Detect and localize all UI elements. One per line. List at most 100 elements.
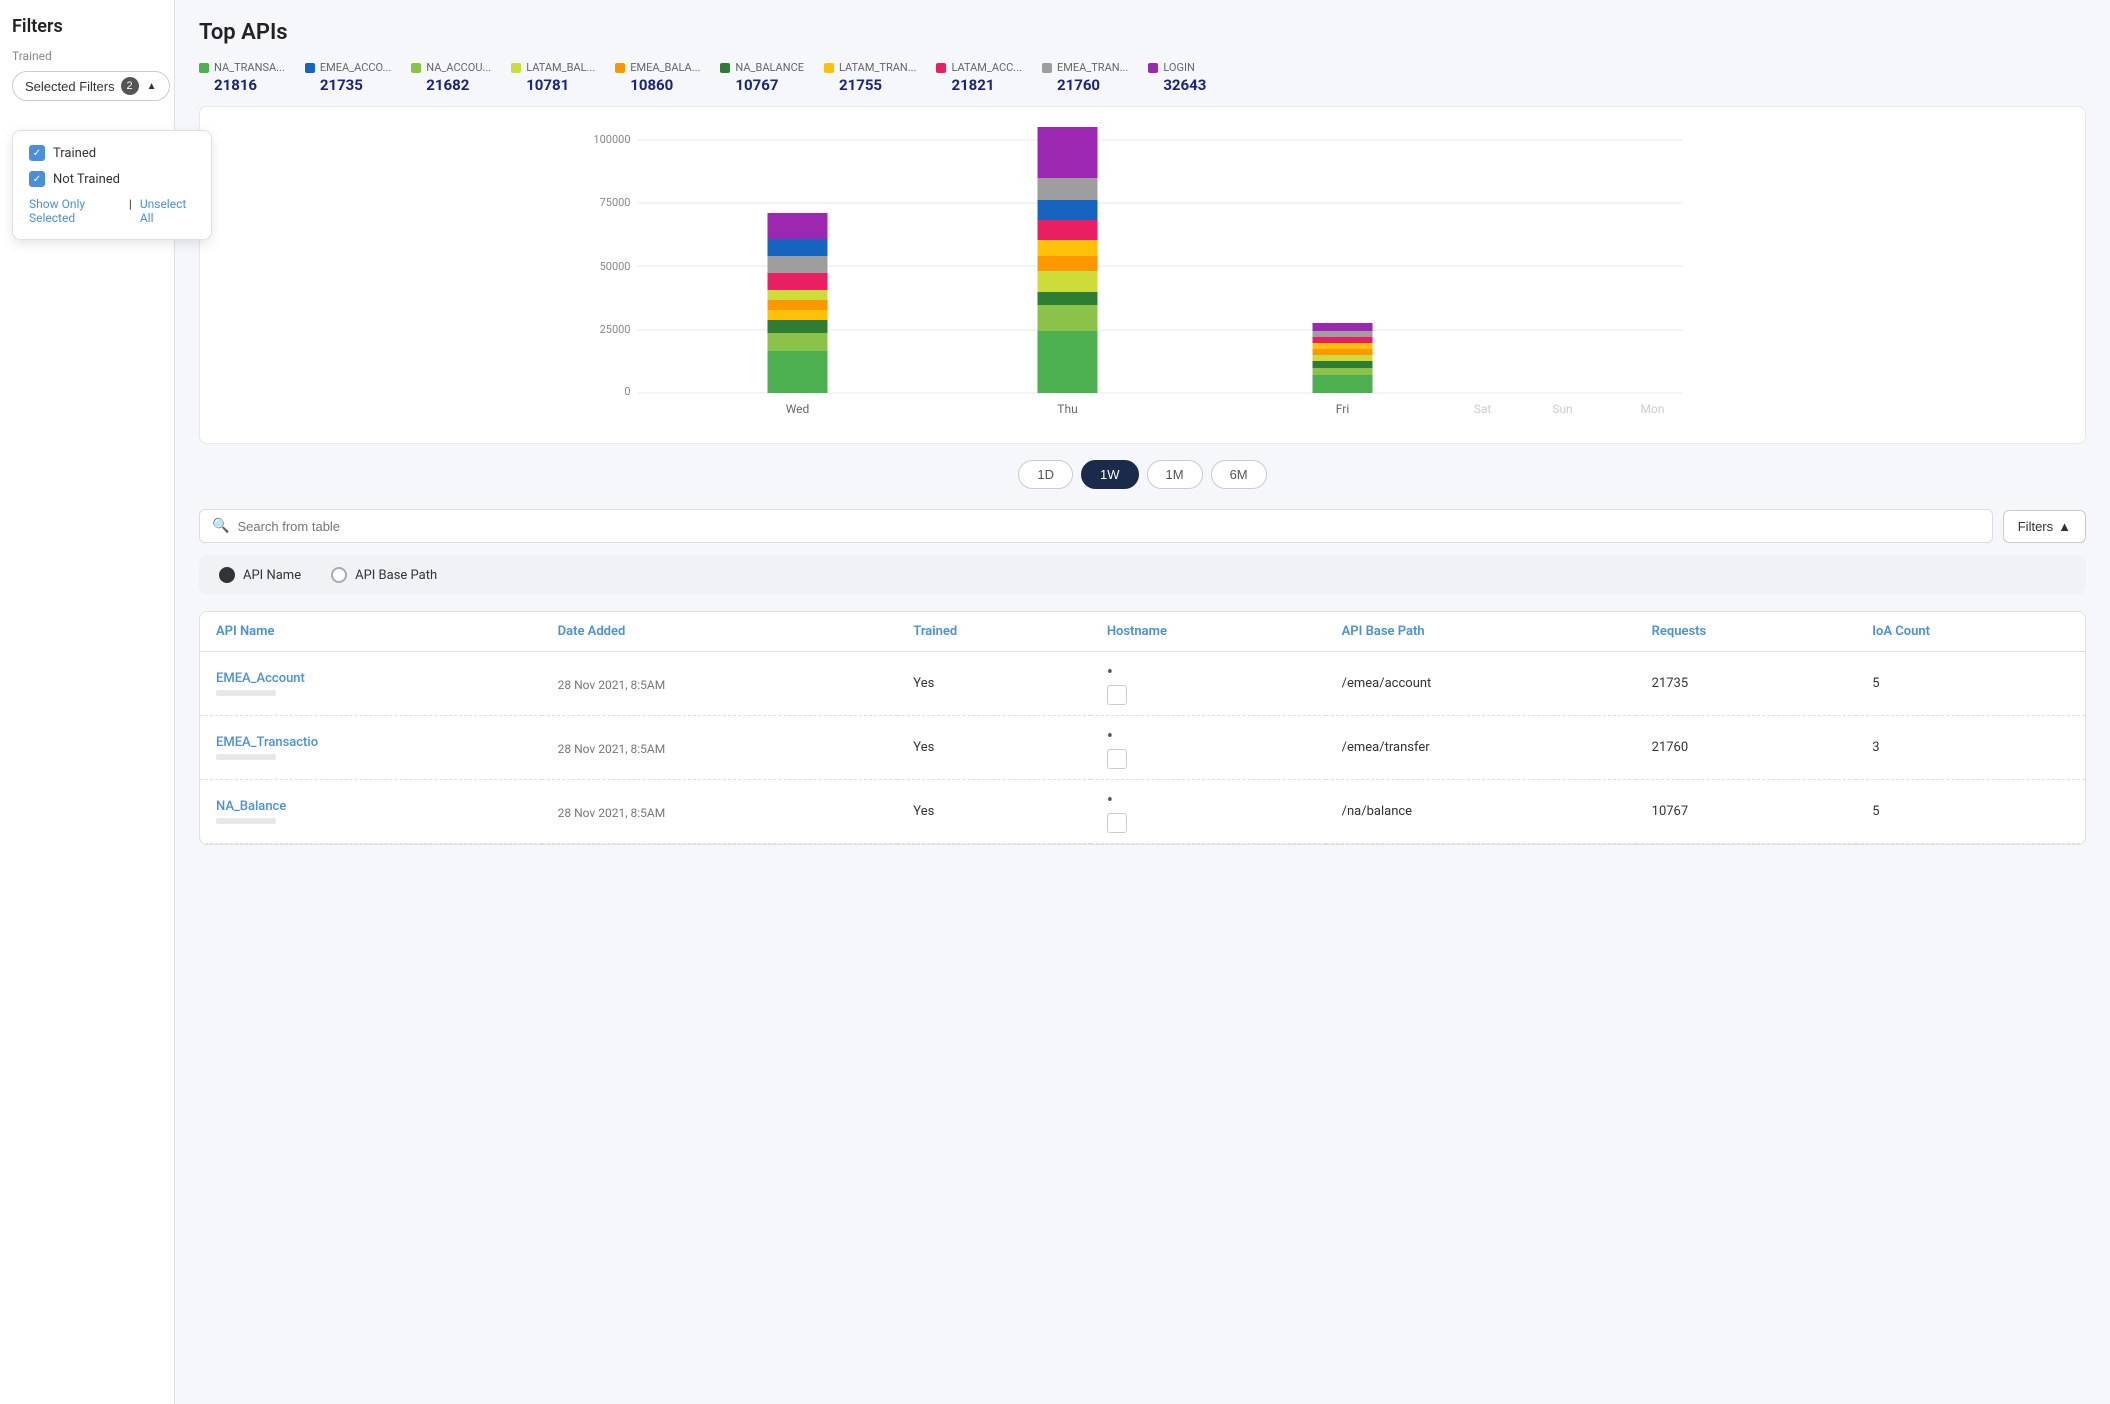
legend-item: LATAM_ACC... 21821 [936,61,1022,94]
chart-legends: NA_TRANSA... 21816 EMEA_ACCO... 21735 NA… [199,61,2086,94]
svg-text:75000: 75000 [600,196,631,209]
legend-dot [1148,63,1158,73]
time-range-selector: 1D 1W 1M 6M [199,460,2086,489]
legend-name: NA_ACCOU... [426,61,491,74]
hostname-icon [1107,749,1127,769]
legend-dot [199,63,209,73]
search-input[interactable] [237,519,1979,534]
svg-text:Sat: Sat [1474,402,1492,416]
legend-header: LATAM_TRAN... [824,61,916,74]
table-header-trained[interactable]: Trained [897,612,1091,652]
legend-value: 21735 [305,76,363,94]
cell-api-base-path: /emea/transfer [1326,716,1636,780]
table-scroll[interactable]: API NameDate AddedTrainedHostnameAPI Bas… [200,612,2085,844]
legend-item: NA_ACCOU... 21682 [411,61,491,94]
selected-filters-badge: 2 [121,77,139,95]
show-only-selected-link[interactable]: Show Only Selected [29,197,121,225]
time-range-btn-1m[interactable]: 1M [1147,460,1203,489]
table-header-date-added[interactable]: Date Added [542,612,898,652]
api-name-link[interactable]: EMEA_Transactio [216,735,318,750]
trained-checkbox[interactable]: ✓ [29,145,45,161]
filters-button[interactable]: Filters ▲ [2003,510,2086,543]
cell-trained: Yes [897,716,1091,780]
hostname-icon [1107,813,1127,833]
api-name-link[interactable]: EMEA_Account [216,671,305,686]
not-trained-checkbox[interactable]: ✓ [29,171,45,187]
legend-header: LATAM_ACC... [936,61,1022,74]
search-bar: 🔍 Filters ▲ [199,509,2086,543]
page-title: Top APIs [199,20,2086,45]
filter-section-label: Trained [12,49,162,63]
svg-text:Mon: Mon [1641,402,1665,416]
svg-text:100000: 100000 [593,133,630,146]
legend-header: LATAM_BAL... [511,61,595,74]
main-content: Top APIs NA_TRANSA... 21816 EMEA_ACCO...… [175,0,2110,1404]
time-range-btn-6m[interactable]: 6M [1211,460,1267,489]
svg-text:Wed: Wed [786,402,810,416]
unselect-all-link[interactable]: Unselect All [140,197,195,225]
legend-value: 21816 [199,76,257,94]
radio-label: API Base Path [355,568,437,583]
search-input-wrapper: 🔍 [199,509,1993,543]
legend-name: NA_TRANSA... [214,61,285,74]
legend-name: EMEA_BALA... [630,61,700,74]
cell-ioa-count: 5 [1856,780,2085,844]
table-header-api-base-path[interactable]: API Base Path [1326,612,1636,652]
legend-dot [511,63,521,73]
svg-text:25000: 25000 [600,323,631,336]
time-range-btn-1d[interactable]: 1D [1018,460,1073,489]
legend-value: 21755 [824,76,882,94]
radio-option-api-base-path[interactable]: API Base Path [331,567,437,583]
radio-label: API Name [243,568,301,583]
date-text: 28 Nov 2021, 8:5AM [558,678,882,692]
not-trained-label: Not Trained [53,172,120,187]
filter-dropdown: ✓ Trained ✓ Not Trained Show Only Select… [12,130,212,240]
radio-circle [219,567,235,583]
legend-dot [305,63,315,73]
cell-api-name: NA_Balance [200,780,542,844]
legend-item: EMEA_ACCO... 21735 [305,61,391,94]
table-header-requests[interactable]: Requests [1636,612,1857,652]
legend-name: LATAM_BAL... [526,61,595,74]
svg-text:0: 0 [624,385,630,398]
table-row: NA_Balance 28 Nov 2021, 8:5AM Yes • /na/… [200,780,2085,844]
date-text: 28 Nov 2021, 8:5AM [558,806,882,820]
legend-header: EMEA_ACCO... [305,61,391,74]
cell-ioa-count: 3 [1856,716,2085,780]
filter-option-not-trained[interactable]: ✓ Not Trained [29,171,195,187]
legend-header: NA_BALANCE [720,61,804,74]
api-name-link[interactable]: NA_Balance [216,799,286,814]
legend-name: LATAM_TRAN... [839,61,916,74]
table-row: EMEA_Transactio 28 Nov 2021, 8:5AM Yes •… [200,716,2085,780]
hostname-dot: • [1107,790,1113,811]
cell-date-added: 28 Nov 2021, 8:5AM [542,716,898,780]
chart-container: 100000 75000 50000 25000 0 [199,106,2086,444]
chart-svg-wrapper: 100000 75000 50000 25000 0 [216,123,2069,427]
table-header-row: API NameDate AddedTrainedHostnameAPI Bas… [200,612,2085,652]
svg-text:Fri: Fri [1336,402,1350,416]
filters-btn-label: Filters [2018,519,2053,534]
cell-date-added: 28 Nov 2021, 8:5AM [542,652,898,716]
time-range-btn-1w[interactable]: 1W [1081,460,1139,489]
legend-name: LATAM_ACC... [951,61,1022,74]
cell-requests: 10767 [1636,780,1857,844]
legend-dot [936,63,946,73]
table-header-api-name[interactable]: API Name [200,612,542,652]
radio-option-api-name[interactable]: API Name [219,567,301,583]
table-header-ioa-count[interactable]: IoA Count [1856,612,2085,652]
cell-hostname: • [1091,652,1326,716]
legend-dot [615,63,625,73]
legend-item: EMEA_TRAN... 21760 [1042,61,1128,94]
date-text: 28 Nov 2021, 8:5AM [558,742,882,756]
hostname-dot: • [1107,662,1113,683]
selected-filters-button[interactable]: Selected Filters 2 ▲ [12,71,170,101]
svg-text:Thu: Thu [1057,402,1077,416]
cell-trained: Yes [897,780,1091,844]
legend-item: NA_TRANSA... 21816 [199,61,285,94]
legend-value: 21682 [411,76,469,94]
radio-toggle-row: API Name API Base Path [199,555,2086,595]
table-header-hostname[interactable]: Hostname [1091,612,1326,652]
legend-value: 32643 [1148,76,1206,94]
filter-option-trained[interactable]: ✓ Trained [29,145,195,161]
legend-item: LOGIN 32643 [1148,61,1206,94]
